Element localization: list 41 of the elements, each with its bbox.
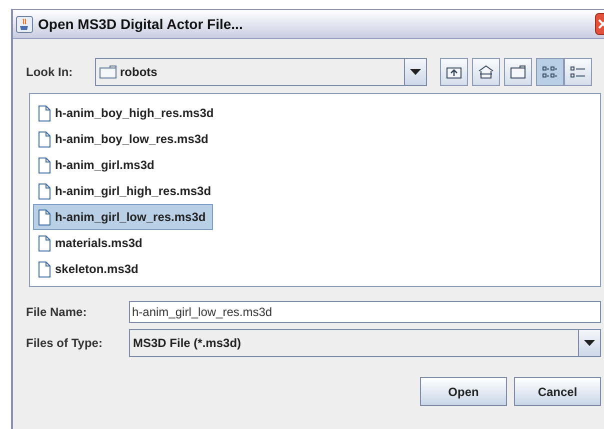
file-name-label: File Name: [26, 304, 88, 321]
up-folder-button[interactable] [440, 58, 468, 86]
file-icon [38, 182, 51, 200]
file-icon [38, 156, 51, 174]
open-button[interactable]: Open [420, 377, 507, 406]
file-item[interactable]: materials.ms3d [33, 230, 150, 256]
details-view-icon [570, 65, 586, 79]
cancel-button[interactable]: Cancel [514, 377, 601, 406]
dropdown-button[interactable] [404, 59, 426, 85]
file-icon [38, 260, 51, 278]
new-folder-button[interactable] [504, 58, 532, 86]
list-view-icon [542, 65, 558, 79]
file-item[interactable]: h-anim_girl_high_res.ms3d [33, 178, 218, 204]
list-view-button[interactable] [536, 58, 564, 86]
java-cup-icon [16, 16, 33, 32]
file-item[interactable]: skeleton.ms3d [33, 256, 146, 282]
file-item[interactable]: h-anim_girl.ms3d [33, 152, 162, 178]
file-name-field[interactable]: h-anim_girl_low_res.ms3d [129, 301, 601, 323]
file-icon [38, 104, 51, 122]
file-type-label: Files of Type: [26, 335, 104, 352]
caret-icon [584, 340, 595, 346]
file-item[interactable]: h-anim_girl_low_res.ms3d [33, 204, 213, 230]
details-view-button[interactable] [564, 58, 592, 86]
home-icon [478, 65, 494, 79]
home-button[interactable] [472, 58, 500, 86]
dropdown-button[interactable] [578, 330, 600, 356]
file-icon [38, 208, 51, 226]
file-item[interactable]: h-anim_boy_high_res.ms3d [33, 100, 221, 126]
folder-icon [99, 65, 117, 79]
folder-name: robots [120, 64, 158, 81]
folder-icon [510, 65, 526, 79]
folder-up-icon [446, 65, 462, 79]
look-in-dropdown[interactable]: robots [95, 58, 427, 86]
file-icon [38, 130, 51, 148]
file-icon [38, 234, 51, 252]
caret-icon [410, 69, 421, 75]
file-type-dropdown[interactable]: MS3D File (*.ms3d) [129, 329, 601, 357]
look-in-label: Look In: [26, 64, 74, 81]
file-type-value: MS3D File (*.ms3d) [132, 335, 242, 352]
window-title: Open MS3D Digital Actor File... [38, 14, 243, 34]
file-item[interactable]: h-anim_boy_low_res.ms3d [33, 126, 216, 152]
